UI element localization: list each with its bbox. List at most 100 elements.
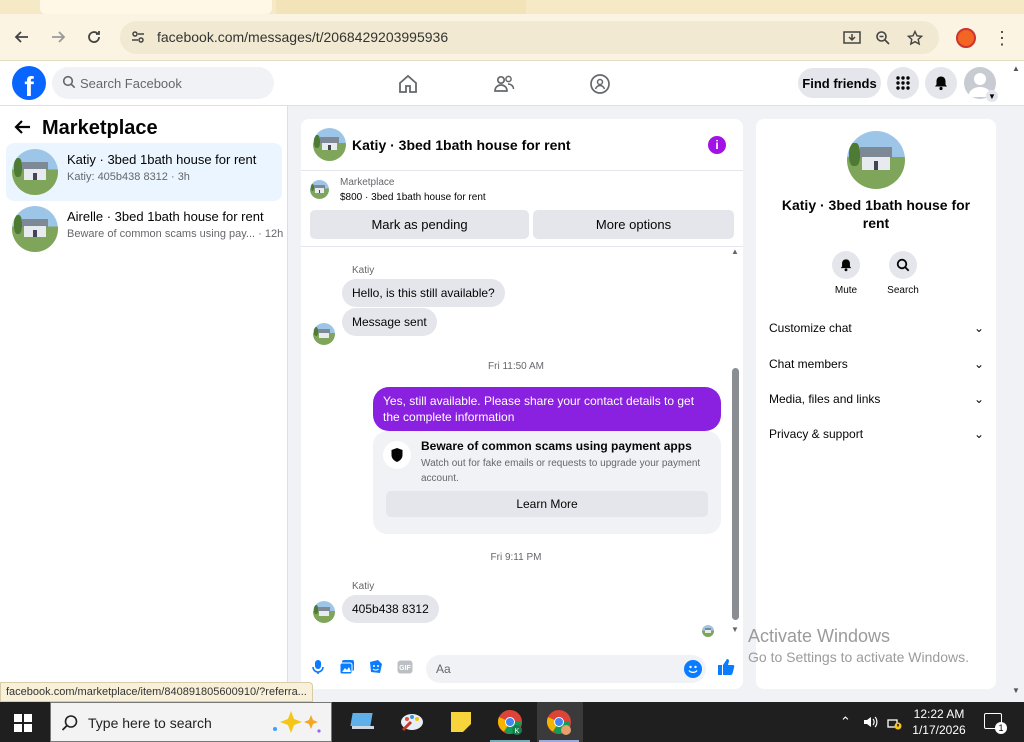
volume-icon[interactable] <box>862 714 878 733</box>
sticker-icon[interactable] <box>367 658 385 676</box>
facebook-search[interactable]: Search Facebook <box>52 67 274 99</box>
seen-indicator-avatar <box>702 625 714 637</box>
clock-date: 1/17/2026 <box>912 723 966 737</box>
photo-icon[interactable] <box>338 658 356 676</box>
windows-start-icon[interactable] <box>14 714 32 732</box>
bell-icon[interactable] <box>832 251 860 279</box>
scam-warning-card: Beware of common scams using payment app… <box>373 431 721 534</box>
back-arrow-icon[interactable] <box>14 118 32 139</box>
customize-chat-row[interactable]: Customize chat ⌄ <box>769 321 984 341</box>
message-input[interactable]: Aa <box>426 655 706 683</box>
chevron-down-icon[interactable]: ▼ <box>986 90 998 102</box>
friends-icon[interactable] <box>492 72 516 96</box>
activate-windows-watermark: Activate Windows Go to Settings to activ… <box>748 626 969 665</box>
incoming-message[interactable]: Hello, is this still available? <box>342 279 505 307</box>
marketplace-conversation-list: Marketplace Katiy · 3bed 1bath house for… <box>0 106 288 698</box>
taskbar-search-box[interactable]: Type here to search <box>50 702 332 742</box>
listing-thumbnail <box>12 149 58 195</box>
extension-icon[interactable] <box>956 28 976 48</box>
outgoing-message[interactable]: Yes, still available. Please share your … <box>373 387 721 431</box>
page-title: Marketplace <box>42 117 158 139</box>
emoji-icon[interactable] <box>684 660 702 678</box>
browser-tab[interactable] <box>276 0 526 14</box>
back-arrow-icon[interactable] <box>10 25 34 49</box>
network-icon[interactable] <box>886 714 902 733</box>
url-text[interactable]: facebook.com/messages/t/2068429203995936 <box>157 29 448 45</box>
more-options-button[interactable]: More options <box>533 210 734 239</box>
home-icon[interactable] <box>396 72 420 96</box>
svg-text:GIF: GIF <box>399 665 411 672</box>
scam-warning-body: Watch out for fake emails or requests to… <box>421 458 701 484</box>
forward-arrow-icon[interactable] <box>46 25 70 49</box>
listing-photo[interactable] <box>847 131 905 189</box>
browser-tab-active[interactable] <box>40 0 272 14</box>
media-files-links-row[interactable]: Media, files and links ⌄ <box>769 392 984 412</box>
bookmark-star-icon[interactable] <box>905 29 925 47</box>
notification-center-icon[interactable]: 1 <box>984 713 1007 734</box>
listing-bar: Marketplace $800 · 3bed 1bath house for … <box>301 171 743 247</box>
groups-icon[interactable] <box>588 72 612 96</box>
site-settings-icon[interactable] <box>130 29 146 48</box>
info-icon[interactable]: i <box>708 136 726 154</box>
chevron-down-icon: ⌄ <box>973 427 984 441</box>
message-timestamp: Fri 11:50 AM <box>488 361 544 372</box>
row-label: Customize chat <box>769 321 852 335</box>
file-explorer-app-icon[interactable] <box>349 708 377 736</box>
gif-icon[interactable]: GIF <box>396 658 414 676</box>
incoming-message[interactable]: Message sent <box>342 308 437 336</box>
facebook-header: f Search Facebook Find friends ▼ <box>0 61 1024 106</box>
chevron-up-icon[interactable]: ⌃ <box>840 714 851 730</box>
conversation-item[interactable]: Airelle · 3bed 1bath house for rent Bewa… <box>6 200 283 258</box>
chat-scrollbar[interactable]: ▲ ▼ <box>731 247 740 637</box>
scroll-down-icon[interactable]: ▼ <box>731 625 739 634</box>
facebook-logo[interactable]: f <box>12 66 46 100</box>
scroll-up-icon[interactable]: ▲ <box>731 247 739 256</box>
page-scroll-up-icon[interactable]: ▲ <box>1012 64 1020 73</box>
thumbs-up-icon[interactable] <box>717 658 735 676</box>
listing-price[interactable]: $800 · 3bed 1bath house for rent <box>340 192 486 203</box>
sticky-notes-app-icon[interactable] <box>447 708 475 736</box>
browser-menu-icon[interactable]: ⋮ <box>992 26 1012 50</box>
notifications-bell-icon[interactable] <box>925 67 957 99</box>
address-bar[interactable]: facebook.com/messages/t/2068429203995936 <box>120 21 939 54</box>
chrome-app-icon[interactable] <box>545 708 573 736</box>
message-timestamp: Fri 9:11 PM <box>490 552 542 563</box>
details-title: Katiy · 3bed 1bath house for rent <box>781 197 971 231</box>
sender-name: Katiy <box>352 265 375 276</box>
notification-count: 1 <box>995 722 1007 734</box>
chat-details-panel: Katiy · 3bed 1bath house for rent Mute S… <box>756 119 996 689</box>
conversation-item[interactable]: Katiy · 3bed 1bath house for rent Katiy:… <box>6 143 282 201</box>
listing-label: Marketplace <box>340 177 395 188</box>
find-friends-button[interactable]: Find friends <box>798 68 881 98</box>
taskbar-clock[interactable]: 12:22 AM 1/17/2026 <box>904 706 974 738</box>
chrome-profile-app-icon[interactable]: K <box>496 708 524 736</box>
chat-thumbnail[interactable] <box>313 128 346 161</box>
zoom-icon[interactable] <box>873 29 893 47</box>
message-input-placeholder: Aa <box>436 662 451 676</box>
chat-members-row[interactable]: Chat members ⌄ <box>769 357 984 377</box>
chat-title[interactable]: Katiy · 3bed 1bath house for rent <box>352 137 571 153</box>
listing-thumbnail[interactable] <box>310 180 329 199</box>
marketplace-header: Marketplace <box>14 117 158 140</box>
install-app-icon[interactable] <box>842 29 862 47</box>
privacy-support-row[interactable]: Privacy & support ⌄ <box>769 427 984 447</box>
mark-as-pending-button[interactable]: Mark as pending <box>310 210 529 239</box>
search-icon <box>61 714 79 735</box>
incoming-message[interactable]: 405b438 8312 <box>342 595 439 623</box>
search-icon[interactable] <box>889 251 917 279</box>
listing-thumbnail <box>12 206 58 252</box>
scrollbar-thumb[interactable] <box>732 368 739 620</box>
reload-icon[interactable] <box>82 25 106 49</box>
search-conversation-button[interactable]: Search <box>878 251 928 296</box>
sender-avatar <box>313 323 335 345</box>
paint-app-icon[interactable] <box>398 708 426 736</box>
row-label: Media, files and links <box>769 392 881 406</box>
menu-grid-icon[interactable] <box>887 67 919 99</box>
scam-warning-title: Beware of common scams using payment app… <box>421 439 692 453</box>
learn-more-button[interactable]: Learn More <box>386 491 708 517</box>
mute-button[interactable]: Mute <box>821 251 871 296</box>
page-scroll-down-icon[interactable]: ▼ <box>1012 686 1020 695</box>
microphone-icon[interactable] <box>309 658 327 676</box>
conversation-name: Katiy · 3bed 1bath house for rent <box>67 152 257 167</box>
watermark-subtitle: Go to Settings to activate Windows. <box>748 649 969 665</box>
